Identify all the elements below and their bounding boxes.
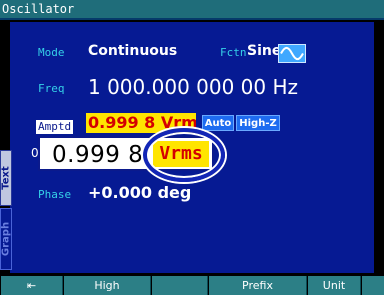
high-softkey[interactable]: High — [64, 276, 151, 295]
back-softkey-label: ⇤ — [26, 279, 37, 292]
tab-text[interactable]: Text — [0, 150, 12, 206]
fctn-value[interactable]: Sine — [247, 43, 281, 59]
freq-value[interactable]: 1 000.000 000 00 Hz — [88, 75, 298, 99]
prefix-softkey[interactable]: Prefix — [209, 276, 307, 295]
mode-value[interactable]: Continuous — [88, 43, 177, 59]
mode-label: Mode — [38, 46, 65, 59]
oscillator-screen: Oscillator Mode Continuous Fctn Sine Fre… — [0, 0, 384, 295]
window-title: Oscillator — [2, 2, 75, 16]
tab-graph-label: Graph — [0, 221, 12, 257]
prefix-softkey-label: Prefix — [242, 279, 273, 292]
blank-softkey-2[interactable] — [362, 276, 384, 295]
auto-badge[interactable]: Auto — [202, 115, 234, 131]
sine-wave-glyph — [280, 46, 304, 61]
phase-value[interactable]: +0.000 deg — [88, 183, 191, 202]
tab-graph[interactable]: Graph — [0, 208, 12, 270]
unit-softkey-label: Unit — [322, 279, 346, 292]
unit-highlight-circle — [143, 128, 225, 182]
blank-softkey[interactable] — [152, 276, 208, 295]
amptd-label: Amptd — [36, 120, 74, 134]
tab-text-label: Text — [0, 166, 12, 190]
back-softkey[interactable]: ⇤ — [1, 276, 63, 295]
sine-wave-icon[interactable] — [278, 44, 306, 63]
softkey-bar: ⇤ High Prefix Unit — [0, 276, 384, 295]
high-z-badge[interactable]: High-Z — [236, 115, 280, 131]
high-softkey-label: High — [94, 279, 120, 292]
zoom-number: 0.999 8 — [52, 142, 144, 168]
fctn-label: Fctn — [220, 46, 247, 59]
phase-label: Phase — [38, 188, 72, 201]
view-tabs: Text Graph — [0, 150, 12, 272]
unit-softkey[interactable]: Unit — [308, 276, 361, 295]
freq-label: Freq — [38, 82, 65, 95]
title-bar: Oscillator — [0, 0, 384, 20]
